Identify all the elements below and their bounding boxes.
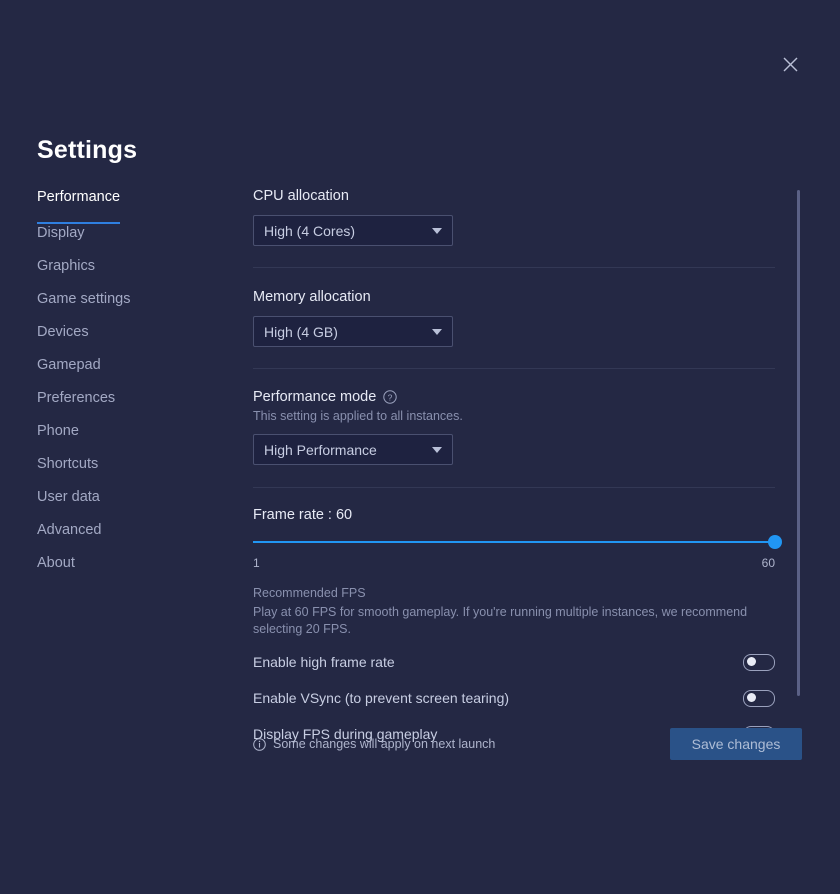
frame-rate-slider-thumb[interactable] [768, 535, 782, 549]
vsync-toggle[interactable] [743, 689, 775, 707]
performance-mode-section: Performance mode ? This setting is appli… [253, 389, 775, 465]
svg-text:?: ? [388, 392, 393, 402]
footer-note-text: Some changes will apply on next launch [273, 737, 496, 751]
performance-mode-select[interactable]: High Performance [253, 434, 453, 465]
sidebar-item-user-data[interactable]: User data [37, 488, 100, 521]
memory-allocation-section: Memory allocation High (4 GB) [253, 289, 775, 347]
sidebar-item-shortcuts[interactable]: Shortcuts [37, 455, 98, 488]
frame-rate-slider-fill [253, 541, 775, 543]
info-circle-icon [253, 737, 266, 751]
settings-sidebar: Performance Display Graphics Game settin… [37, 188, 217, 587]
footer-note: Some changes will apply on next launch [253, 737, 495, 751]
sidebar-item-graphics[interactable]: Graphics [37, 257, 95, 290]
recommended-fps-description: Play at 60 FPS for smooth gameplay. If y… [253, 605, 748, 636]
sidebar-item-devices[interactable]: Devices [37, 323, 89, 356]
chevron-down-icon [432, 328, 442, 335]
dialog-footer: Some changes will apply on next launch S… [253, 728, 802, 760]
sidebar-item-phone[interactable]: Phone [37, 422, 79, 455]
chevron-down-icon [432, 227, 442, 234]
cpu-allocation-section: CPU allocation High (4 Cores) [253, 188, 775, 246]
sidebar-item-display[interactable]: Display [37, 224, 85, 257]
sidebar-item-preferences[interactable]: Preferences [37, 389, 115, 422]
toggle-knob [746, 692, 756, 702]
toggle-row-high-frame-rate: Enable high frame rate [253, 648, 775, 676]
memory-allocation-label: Memory allocation [253, 289, 371, 305]
cpu-allocation-label: CPU allocation [253, 188, 349, 204]
performance-mode-subtitle: This setting is applied to all instances… [253, 409, 463, 423]
performance-mode-label: Performance mode [253, 389, 377, 405]
recommended-fps-title: Recommended FPS [253, 586, 366, 600]
frame-rate-slider[interactable] [253, 535, 782, 549]
vsync-label: Enable VSync (to prevent screen tearing) [253, 690, 510, 706]
memory-allocation-value: High (4 GB) [264, 323, 338, 340]
frame-rate-max-label: 60 [761, 556, 775, 570]
frame-rate-label: Frame rate : 60 [253, 507, 353, 523]
chevron-down-icon [432, 446, 442, 453]
sidebar-item-about[interactable]: About [37, 554, 75, 587]
sidebar-item-gamepad[interactable]: Gamepad [37, 356, 101, 389]
question-mark-circle-icon[interactable]: ? [383, 390, 398, 404]
content-scrollbar[interactable] [797, 190, 800, 696]
page-title: Settings [37, 136, 138, 164]
frame-rate-section: Frame rate : 60 1 60 [253, 507, 782, 570]
memory-allocation-select[interactable]: High (4 GB) [253, 316, 453, 347]
frame-rate-min-label: 1 [253, 556, 260, 570]
close-icon [783, 57, 798, 72]
save-changes-button[interactable]: Save changes [670, 728, 802, 760]
sidebar-item-performance[interactable]: Performance [37, 188, 121, 224]
content-scrollbar-thumb[interactable] [797, 190, 800, 696]
sidebar-item-game-settings[interactable]: Game settings [37, 290, 131, 323]
cpu-allocation-select[interactable]: High (4 Cores) [253, 215, 453, 246]
toggle-row-vsync: Enable VSync (to prevent screen tearing) [253, 684, 775, 712]
high-frame-rate-toggle[interactable] [743, 653, 775, 671]
performance-mode-value: High Performance [264, 441, 377, 458]
settings-content-panel: CPU allocation High (4 Cores) Memory all… [253, 188, 800, 743]
sidebar-item-advanced[interactable]: Advanced [37, 521, 102, 554]
cpu-allocation-value: High (4 Cores) [264, 222, 356, 239]
toggle-knob [746, 656, 756, 666]
high-frame-rate-label: Enable high frame rate [253, 654, 395, 670]
close-button[interactable] [776, 50, 804, 78]
